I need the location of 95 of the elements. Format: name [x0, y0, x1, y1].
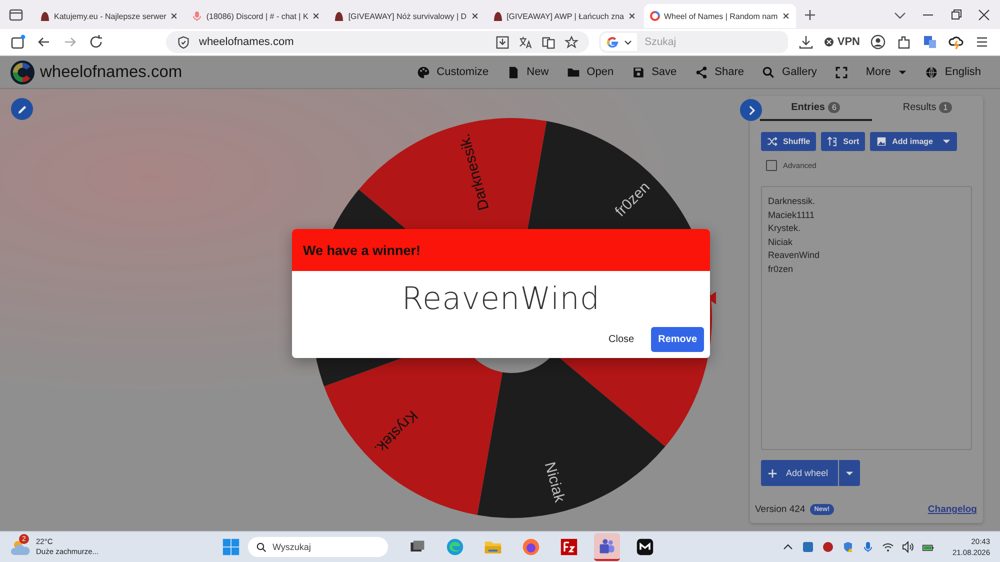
close-icon[interactable] — [312, 12, 320, 20]
taskbar-search[interactable]: Wyszukaj — [248, 537, 388, 557]
dropdown-button[interactable] — [839, 460, 860, 486]
translate-icon[interactable] — [518, 34, 533, 50]
search-icon — [256, 542, 266, 552]
fullscreen-icon — [834, 66, 848, 78]
edge-icon — [446, 538, 464, 556]
close-icon[interactable] — [976, 6, 992, 22]
globe-icon — [924, 66, 938, 78]
tray-app-icon[interactable] — [822, 541, 834, 553]
menu-button[interactable]: English — [916, 66, 990, 78]
shield-icon — [176, 34, 191, 50]
cloud-icon[interactable] — [948, 34, 964, 50]
advanced-checkbox[interactable] — [766, 160, 777, 171]
workspaces-icon[interactable] — [10, 34, 26, 50]
menu-button[interactable]: Gallery — [753, 66, 826, 78]
add-image-button[interactable]: Add image — [870, 132, 958, 151]
tab-list-icon[interactable] — [8, 6, 24, 22]
wheel-label: Niciak — [540, 460, 568, 504]
close-icon[interactable] — [170, 12, 178, 20]
winner-name: ReavenWind — [402, 281, 600, 317]
menu-button[interactable]: Open — [558, 66, 623, 78]
account-icon[interactable] — [870, 34, 886, 50]
wifi-icon[interactable] — [882, 541, 894, 553]
close-icon[interactable] — [628, 12, 636, 20]
translate-extension-icon[interactable] — [922, 34, 938, 50]
share-icon — [694, 66, 708, 78]
site-icon — [334, 11, 344, 21]
download-page-icon[interactable] — [494, 34, 510, 50]
sort-button[interactable]: Sort — [821, 132, 866, 151]
search-engine-button[interactable] — [598, 31, 637, 53]
browser-tab[interactable]: [GIVEAWAY] Nóż survivalowy | D — [328, 4, 485, 28]
search-icon — [762, 66, 776, 78]
entries-textarea[interactable]: Darknessik. Maciek1111 Krystek. Niciak ReavenWind fr0zen — [761, 186, 972, 450]
menu-button[interactable]: More — [856, 66, 916, 78]
site-icon — [40, 11, 50, 21]
browser-tab[interactable]: (18086) Discord | # - chat | K — [186, 4, 326, 28]
add-wheel-button[interactable]: Add wheel — [761, 460, 838, 486]
star-icon[interactable] — [564, 34, 579, 50]
close-icon[interactable] — [470, 12, 479, 20]
browser-tab[interactable]: Katujemy.eu - Najlepsze serwer — [34, 4, 184, 28]
caret-icon — [942, 137, 952, 146]
vpn-icon — [824, 37, 834, 47]
app-icon — [636, 538, 654, 556]
sort-icon — [827, 136, 838, 147]
menu-button[interactable]: Share — [686, 66, 754, 78]
floppy-icon — [632, 66, 645, 78]
image-icon — [876, 136, 888, 147]
google-icon — [604, 34, 620, 50]
download-icon[interactable] — [798, 34, 814, 50]
site-logo[interactable]: wheelofnames.com — [40, 62, 182, 82]
sidebar-tab[interactable]: Entries 6 — [760, 96, 872, 121]
close-icon[interactable] — [782, 12, 790, 20]
browser-tab[interactable]: Wheel of Names | Random nam — [644, 4, 796, 28]
menu-button[interactable]: Customize — [408, 66, 498, 78]
count-badge: 1 — [939, 102, 952, 113]
sidebar-tab[interactable]: Results 1 — [872, 96, 983, 121]
microphone-icon — [192, 11, 202, 21]
palette-icon — [416, 66, 430, 78]
volume-icon[interactable] — [902, 541, 914, 553]
dialog-title: We have a winner! — [292, 229, 710, 271]
close-button[interactable]: Close — [602, 327, 642, 352]
count-badge: 6 — [828, 102, 840, 113]
file-icon — [506, 66, 520, 78]
extensions-icon[interactable] — [896, 34, 912, 50]
caret-icon — [845, 468, 854, 478]
plus-icon — [767, 468, 778, 478]
caret-icon — [898, 68, 907, 76]
vpn-button[interactable]: VPN — [824, 36, 860, 48]
address-bar[interactable]: wheelofnames.com — [166, 31, 589, 53]
teams-icon — [598, 538, 616, 556]
search-field[interactable]: Szukaj — [636, 31, 788, 53]
reload-icon[interactable] — [88, 34, 104, 50]
collapse-button[interactable] — [740, 99, 762, 121]
site-icon — [650, 11, 660, 21]
shield-warning-icon[interactable] — [842, 541, 854, 553]
start-icon[interactable] — [222, 538, 240, 556]
menu-button[interactable]: Save — [622, 66, 686, 78]
reader-icon[interactable] — [540, 34, 556, 50]
site-icon — [492, 11, 503, 21]
folder-icon — [566, 66, 580, 78]
edit-button[interactable] — [11, 98, 33, 120]
remove-button[interactable]: Remove — [651, 327, 704, 352]
version-text: Version 424 — [755, 504, 806, 515]
microphone-icon[interactable] — [862, 541, 874, 553]
firefox-icon — [522, 538, 540, 556]
menu-button[interactable]: New — [498, 66, 558, 78]
changelog-link[interactable]: Changelog — [928, 504, 977, 515]
filezilla-icon — [560, 538, 578, 556]
shuffle-button[interactable]: Shuffle — [761, 132, 816, 151]
search-placeholder: Wyszukaj — [272, 542, 311, 552]
tray-app-icon[interactable] — [802, 541, 814, 553]
logo-icon[interactable] — [10, 60, 35, 84]
browser-tab[interactable]: [GIVEAWAY] AWP | Łańcuch zna — [486, 4, 642, 28]
shuffle-icon — [767, 136, 778, 147]
